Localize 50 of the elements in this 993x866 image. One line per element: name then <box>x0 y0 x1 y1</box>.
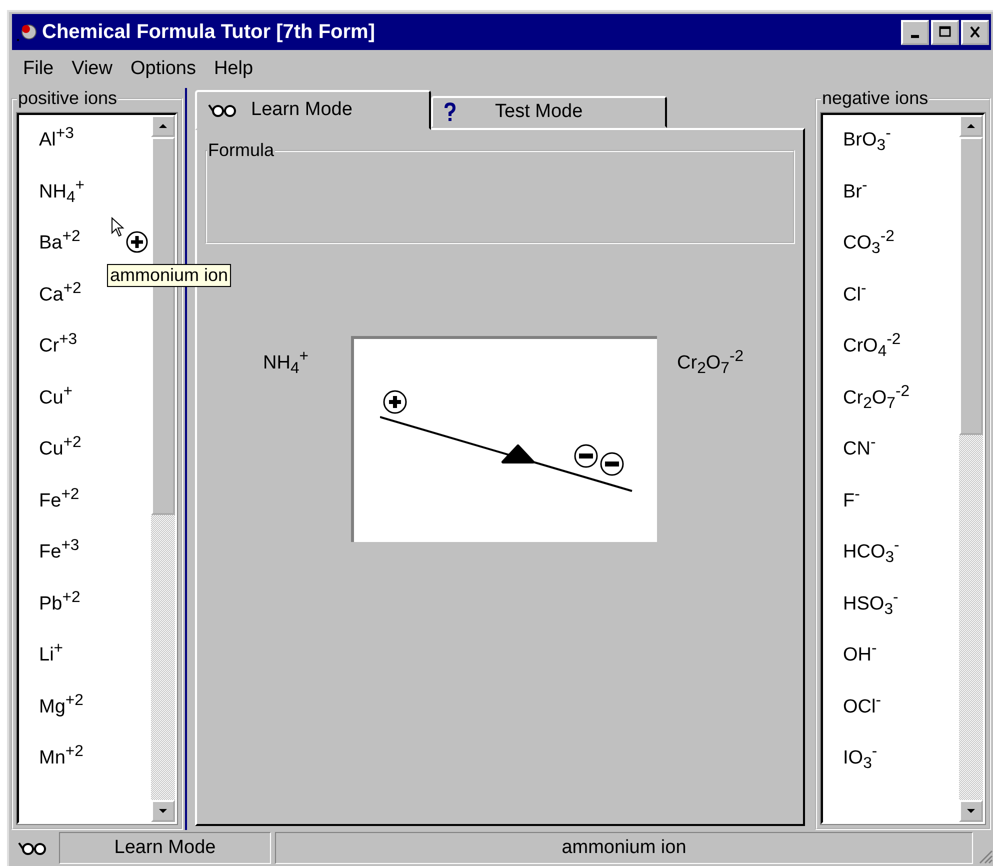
minimize-icon <box>911 34 919 38</box>
ion-item[interactable]: Cu$^{+}$ <box>39 376 151 428</box>
ion-item[interactable]: Pb$^{+2}$ <box>39 582 151 634</box>
maximize-icon <box>938 26 952 38</box>
ion-item[interactable]: Cl$^{-}$ <box>843 274 959 325</box>
cursor-icon <box>111 217 125 237</box>
status-message: ammonium ion <box>275 832 973 864</box>
ion-item[interactable]: Br$^{-}$ <box>843 170 959 222</box>
group-label: Formula <box>207 140 276 161</box>
group-label: negative ions <box>821 88 930 109</box>
scrollbar[interactable] <box>959 115 983 822</box>
close-icon <box>968 26 982 38</box>
tab[interactable]: Learn Mode <box>195 90 431 130</box>
ion-item[interactable]: Al$^{+3}$ <box>39 119 151 170</box>
scroll-down-button[interactable] <box>959 800 983 822</box>
menu-item[interactable]: Help <box>212 56 256 82</box>
ion-item[interactable]: Fe$^{+3}$ <box>39 531 151 582</box>
ion-item[interactable]: Li$^{+}$ <box>39 634 151 686</box>
group-label: positive ions <box>17 88 118 109</box>
menu-item[interactable]: File <box>21 56 56 82</box>
minimize-button[interactable] <box>901 20 929 44</box>
status-mode: Learn Mode <box>59 832 271 864</box>
window-title: Chemical Formula Tutor [7th Form] <box>42 20 375 44</box>
close-button[interactable] <box>961 20 989 44</box>
ion-item[interactable]: F$^{-}$ <box>843 480 959 531</box>
arrow-up-icon <box>158 123 168 129</box>
tooltip: ammonium ion <box>107 264 232 287</box>
scroll-down-button[interactable] <box>151 800 175 822</box>
scroll-up-button[interactable] <box>959 115 983 137</box>
scroll-up-button[interactable] <box>151 115 175 137</box>
maximize-button[interactable] <box>931 20 959 44</box>
arrow-up-icon <box>966 123 976 129</box>
tab[interactable]: Test Mode <box>431 96 667 128</box>
ion-item[interactable]: Fe$^{+2}$ <box>39 480 151 531</box>
menu-item[interactable]: Options <box>128 56 198 82</box>
menu-item[interactable]: View <box>70 56 114 82</box>
app-icon <box>16 22 38 42</box>
arrow-down-icon <box>158 808 168 814</box>
ion-item[interactable]: CN$^{-}$ <box>843 428 959 480</box>
ion-item[interactable]: Cr$^{+3}$ <box>39 325 151 376</box>
ion-item[interactable]: Mg$^{+2}$ <box>39 686 151 737</box>
scroll-thumb[interactable] <box>959 137 983 436</box>
question-icon <box>443 102 457 122</box>
resize-grip-icon[interactable] <box>977 848 993 864</box>
ion-item[interactable]: OCl$^{-}$ <box>843 686 959 737</box>
ion-item[interactable]: Mn$^{+2}$ <box>39 737 151 788</box>
arrow-down-icon <box>966 808 976 814</box>
ion-item[interactable]: OH$^{-}$ <box>843 634 959 686</box>
ion-item[interactable]: Cu$^{+2}$ <box>39 428 151 480</box>
plus-icon <box>125 230 149 254</box>
